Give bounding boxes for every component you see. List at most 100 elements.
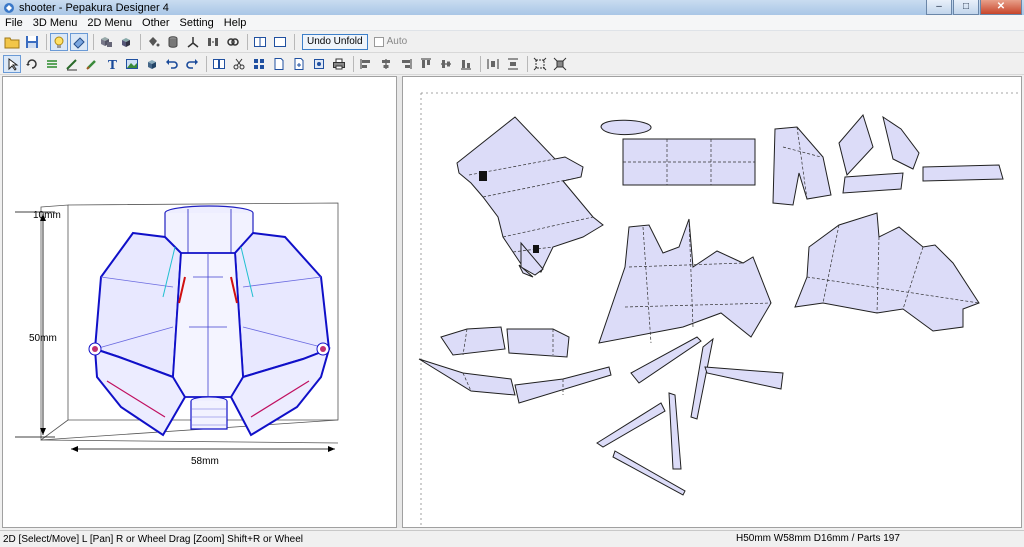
align-right-icon xyxy=(402,58,412,69)
undo-unfold-button[interactable]: Undo Unfold xyxy=(302,33,368,50)
part[interactable] xyxy=(690,337,714,420)
printer-icon xyxy=(333,58,345,69)
properties-button[interactable] xyxy=(310,55,328,73)
part[interactable] xyxy=(772,126,832,206)
fit-page-icon xyxy=(533,57,547,70)
pages-icon xyxy=(213,58,225,69)
unfold-button[interactable] xyxy=(97,33,115,51)
flap-marker xyxy=(479,171,487,181)
part[interactable] xyxy=(882,115,920,170)
axis-button[interactable] xyxy=(184,33,202,51)
open-file-button[interactable] xyxy=(3,33,21,51)
align-center-button[interactable] xyxy=(377,55,395,73)
toolbar-separator xyxy=(93,33,94,50)
window-title: shooter - Pepakura Designer 4 xyxy=(19,1,169,14)
part[interactable] xyxy=(506,328,570,358)
part[interactable] xyxy=(794,212,980,332)
texture-button[interactable] xyxy=(70,32,88,51)
split-button[interactable] xyxy=(204,33,222,51)
undo-button[interactable] xyxy=(163,55,181,73)
edit-toolbar: T xyxy=(0,53,1024,75)
draw-line-button[interactable] xyxy=(63,55,81,73)
minimize-button[interactable]: – xyxy=(926,0,952,15)
flap-marker xyxy=(533,245,539,253)
part[interactable] xyxy=(630,336,702,384)
part[interactable] xyxy=(600,119,652,136)
align-bottom-button[interactable] xyxy=(457,55,475,73)
brush-icon xyxy=(86,59,96,70)
part[interactable] xyxy=(704,366,784,390)
align-right-button[interactable] xyxy=(397,55,415,73)
flap-button[interactable] xyxy=(83,55,101,73)
paint-bucket-button[interactable] xyxy=(144,33,162,51)
maximize-button[interactable]: □ xyxy=(953,0,979,15)
distribute-v-button[interactable] xyxy=(504,55,522,73)
split-icon xyxy=(208,37,218,46)
scissors-icon xyxy=(233,58,245,69)
rotate-model-button[interactable] xyxy=(117,33,135,51)
menu-3d[interactable]: 3D Menu xyxy=(28,17,83,29)
3d-object-button[interactable] xyxy=(143,55,161,73)
menu-other[interactable]: Other xyxy=(137,17,175,29)
select-move-button[interactable] xyxy=(3,54,21,73)
toolbar-separator xyxy=(353,55,354,72)
status-model-info: H50mm W58mm D16mm / Parts 197 xyxy=(736,533,900,544)
fit-page-button[interactable] xyxy=(531,55,549,73)
part[interactable] xyxy=(922,164,1004,182)
menu-setting[interactable]: Setting xyxy=(175,17,219,29)
cut-button[interactable] xyxy=(230,55,248,73)
distribute-h-button[interactable] xyxy=(484,55,502,73)
print-button[interactable] xyxy=(330,55,348,73)
menu-file[interactable]: File xyxy=(0,17,28,29)
pen-icon xyxy=(66,58,77,70)
width-dimension-line xyxy=(71,446,335,452)
rotate-part-button[interactable] xyxy=(23,55,41,73)
save-button[interactable] xyxy=(23,33,41,51)
single-view-button[interactable] xyxy=(271,33,289,51)
cylinder-icon xyxy=(168,35,178,48)
auto-checkbox-label: Auto xyxy=(386,36,408,47)
auto-checkbox[interactable]: Auto xyxy=(373,36,408,47)
axis-icon xyxy=(187,36,199,48)
close-button[interactable]: ✕ xyxy=(980,0,1022,15)
image-button[interactable] xyxy=(123,55,141,73)
menu-help[interactable]: Help xyxy=(219,17,252,29)
part[interactable] xyxy=(668,392,682,470)
fit-all-icon xyxy=(553,57,567,70)
2d-view-pane[interactable] xyxy=(402,76,1022,528)
menu-2d[interactable]: 2D Menu xyxy=(82,17,137,29)
part[interactable] xyxy=(838,113,874,177)
part[interactable] xyxy=(596,402,666,448)
join-button[interactable] xyxy=(224,33,242,51)
part[interactable] xyxy=(440,326,506,356)
part[interactable] xyxy=(418,358,516,396)
layout-button[interactable] xyxy=(250,55,268,73)
paint-bucket-icon xyxy=(149,36,160,46)
edge-edit-button[interactable] xyxy=(43,55,61,73)
align-middle-button[interactable] xyxy=(437,55,455,73)
3d-model-canvas[interactable]: 10mm 50mm 58mm xyxy=(3,77,397,528)
part[interactable] xyxy=(456,116,604,273)
export-button[interactable] xyxy=(290,55,308,73)
link-icon xyxy=(227,37,239,46)
align-left-button[interactable] xyxy=(357,55,375,73)
align-top-button[interactable] xyxy=(417,55,435,73)
redo-button[interactable] xyxy=(183,55,201,73)
3d-view-pane[interactable]: 10mm 50mm 58mm xyxy=(2,76,397,528)
part[interactable] xyxy=(842,172,904,194)
align-center-icon xyxy=(382,58,390,69)
arrange-button[interactable] xyxy=(210,55,228,73)
toolbar-separator xyxy=(206,55,207,72)
fit-all-button[interactable] xyxy=(551,55,569,73)
auto-checkbox-box[interactable] xyxy=(373,36,384,47)
toolbar-separator xyxy=(140,33,141,50)
split-view-button[interactable] xyxy=(251,33,269,51)
page-setup-button[interactable] xyxy=(270,55,288,73)
3d-model-shooter[interactable] xyxy=(88,205,331,437)
status-bar: 2D [Select/Move] L [Pan] R or Wheel Drag… xyxy=(0,530,1024,547)
light-button[interactable] xyxy=(50,32,68,51)
part[interactable] xyxy=(598,218,772,344)
cylinder-button[interactable] xyxy=(164,33,182,51)
2d-pattern-canvas[interactable] xyxy=(403,77,1022,528)
text-button[interactable]: T xyxy=(103,55,121,73)
